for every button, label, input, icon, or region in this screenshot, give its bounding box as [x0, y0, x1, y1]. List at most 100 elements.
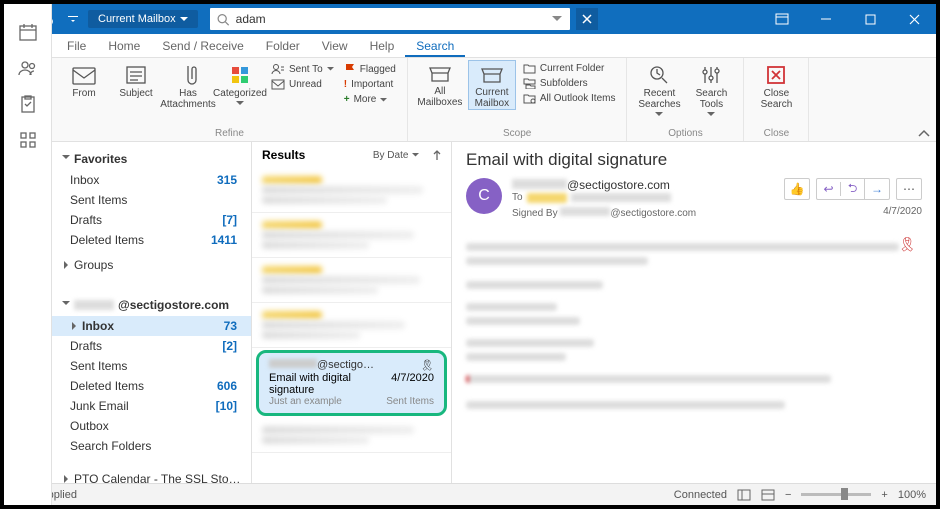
main-area: Favorites Inbox315 Sent Items Drafts[7] … [4, 142, 936, 483]
has-attachments-button[interactable]: Has Attachments [164, 60, 212, 110]
reply-button[interactable]: ↩ [817, 182, 841, 196]
zoom-out-icon[interactable]: − [785, 489, 791, 501]
mail-icon[interactable] [16, 0, 40, 8]
tab-search[interactable]: Search [405, 35, 465, 57]
folder-nav: Favorites Inbox315 Sent Items Drafts[7] … [52, 142, 252, 483]
search-box[interactable] [210, 8, 570, 30]
nav-drafts[interactable]: Drafts[2] [52, 336, 251, 356]
nav-deleted-items[interactable]: Deleted Items606 [52, 376, 251, 396]
forward-button[interactable]: → [865, 182, 889, 196]
recent-searches-button[interactable]: Recent Searches [635, 60, 683, 117]
avatar: C [466, 178, 502, 214]
nav-junk[interactable]: Junk Email[10] [52, 396, 251, 416]
pto-calendar-header[interactable]: PTO Calendar - The SSL Sto… [52, 468, 251, 483]
unread-button[interactable]: Unread [268, 78, 337, 91]
more-actions-button[interactable]: ⋯ [896, 178, 922, 200]
nav-fav-deleted[interactable]: Deleted Items1411 [52, 230, 251, 250]
ribbon: From Subject Has Attachments Categorized… [4, 58, 936, 142]
categorized-button[interactable]: Categorized [216, 60, 264, 106]
maximize-button[interactable] [848, 4, 892, 34]
zoom-slider[interactable] [801, 493, 871, 496]
tasks-icon[interactable] [16, 92, 40, 116]
subject-button[interactable]: Subject [112, 60, 160, 99]
account-header[interactable]: @sectigostore.com [52, 294, 251, 316]
all-mailboxes-button[interactable]: All Mailboxes [416, 60, 464, 108]
people-icon[interactable] [16, 56, 40, 80]
search-clear-button[interactable] [576, 8, 598, 30]
search-input[interactable] [230, 12, 550, 26]
list-item-selected[interactable]: @sectigo…🎗 Email with digital signature4… [256, 350, 447, 416]
zoom-in-icon[interactable]: + [881, 489, 887, 501]
nav-outbox[interactable]: Outbox [52, 416, 251, 436]
tab-help[interactable]: Help [359, 35, 406, 57]
flagged-button[interactable]: Flagged [341, 62, 399, 76]
search-icon [216, 13, 230, 26]
tab-send-receive[interactable]: Send / Receive [151, 35, 254, 57]
message-body [466, 237, 922, 415]
nav-fav-drafts[interactable]: Drafts[7] [52, 210, 251, 230]
list-item[interactable] [252, 168, 451, 213]
to-line: To [512, 192, 696, 203]
signed-by-line: Signed By @sectigostore.com [512, 207, 696, 219]
outlook-window: Current Mailbox File Home Send / Receive… [0, 0, 940, 509]
favorites-header[interactable]: Favorites [52, 148, 251, 170]
tab-file[interactable]: File [56, 35, 97, 57]
nav-rail [4, 0, 52, 509]
search-context-dropdown[interactable]: Current Mailbox [88, 10, 198, 28]
list-item[interactable] [252, 258, 451, 303]
reply-actions: ↩ ⮌ → [816, 178, 890, 200]
close-search-button[interactable]: Close Search [752, 60, 800, 110]
nav-sent-items[interactable]: Sent Items [52, 356, 251, 376]
all-outlook-items-button[interactable]: All Outlook Items [520, 92, 619, 105]
zoom-value: 100% [898, 489, 926, 501]
message-title: Email with digital signature [466, 150, 922, 170]
scope-group-label: Scope [416, 126, 619, 141]
results-pane: Results By Date @sectigo…🎗 Email with di… [252, 142, 452, 483]
nav-fav-inbox[interactable]: Inbox315 [52, 170, 251, 190]
subfolders-button[interactable]: Subfolders [520, 77, 619, 90]
close-group-label: Close [752, 126, 800, 141]
nav-search-folders[interactable]: Search Folders [52, 436, 251, 456]
view-normal-icon[interactable] [737, 489, 751, 501]
important-button[interactable]: !Important [341, 78, 399, 91]
tab-view[interactable]: View [311, 35, 359, 57]
calendar-icon[interactable] [16, 20, 40, 44]
options-group-label: Options [635, 126, 735, 141]
signature-ribbon-icon[interactable]: 🎗 [898, 236, 916, 253]
close-button[interactable] [892, 4, 936, 34]
view-reading-icon[interactable] [761, 489, 775, 501]
tab-folder[interactable]: Folder [255, 35, 311, 57]
reply-all-button[interactable]: ⮌ [841, 179, 865, 200]
message-date: 4/7/2020 [883, 206, 922, 217]
sent-to-button[interactable]: Sent To [268, 62, 337, 76]
list-item[interactable] [252, 303, 451, 348]
list-item[interactable] [252, 418, 451, 453]
signed-badge-icon: 🎗 [420, 359, 434, 372]
current-folder-button[interactable]: Current Folder [520, 62, 619, 75]
groups-header[interactable]: Groups [52, 254, 251, 276]
collapse-ribbon-icon[interactable] [918, 129, 930, 139]
more-apps-icon[interactable] [16, 128, 40, 152]
refine-group-label: Refine [60, 126, 399, 141]
search-dropdown-icon[interactable] [550, 14, 564, 24]
ribbon-tabs: File Home Send / Receive Folder View Hel… [4, 34, 936, 58]
tab-home[interactable]: Home [97, 35, 151, 57]
sort-by-date[interactable]: By Date [373, 150, 441, 161]
titlebar: Current Mailbox [4, 4, 936, 34]
ribbon-display-button[interactable] [760, 4, 804, 34]
more-button[interactable]: +More [341, 93, 399, 106]
results-header: Results [262, 148, 305, 162]
reading-pane: Email with digital signature C @sectigos… [452, 142, 936, 483]
status-bar: Filter applied Connected − + 100% [4, 483, 936, 505]
search-tools-button[interactable]: Search Tools [687, 60, 735, 117]
status-connected: Connected [674, 489, 727, 501]
nav-inbox[interactable]: Inbox73 [52, 316, 251, 336]
qat-overflow-icon[interactable] [62, 8, 84, 30]
like-button[interactable]: 👍 [784, 178, 810, 200]
from-button[interactable]: From [60, 60, 108, 99]
from-line: @sectigostore.com [512, 178, 696, 192]
minimize-button[interactable] [804, 4, 848, 34]
current-mailbox-button[interactable]: Current Mailbox [468, 60, 516, 110]
nav-fav-sent[interactable]: Sent Items [52, 190, 251, 210]
list-item[interactable] [252, 213, 451, 258]
